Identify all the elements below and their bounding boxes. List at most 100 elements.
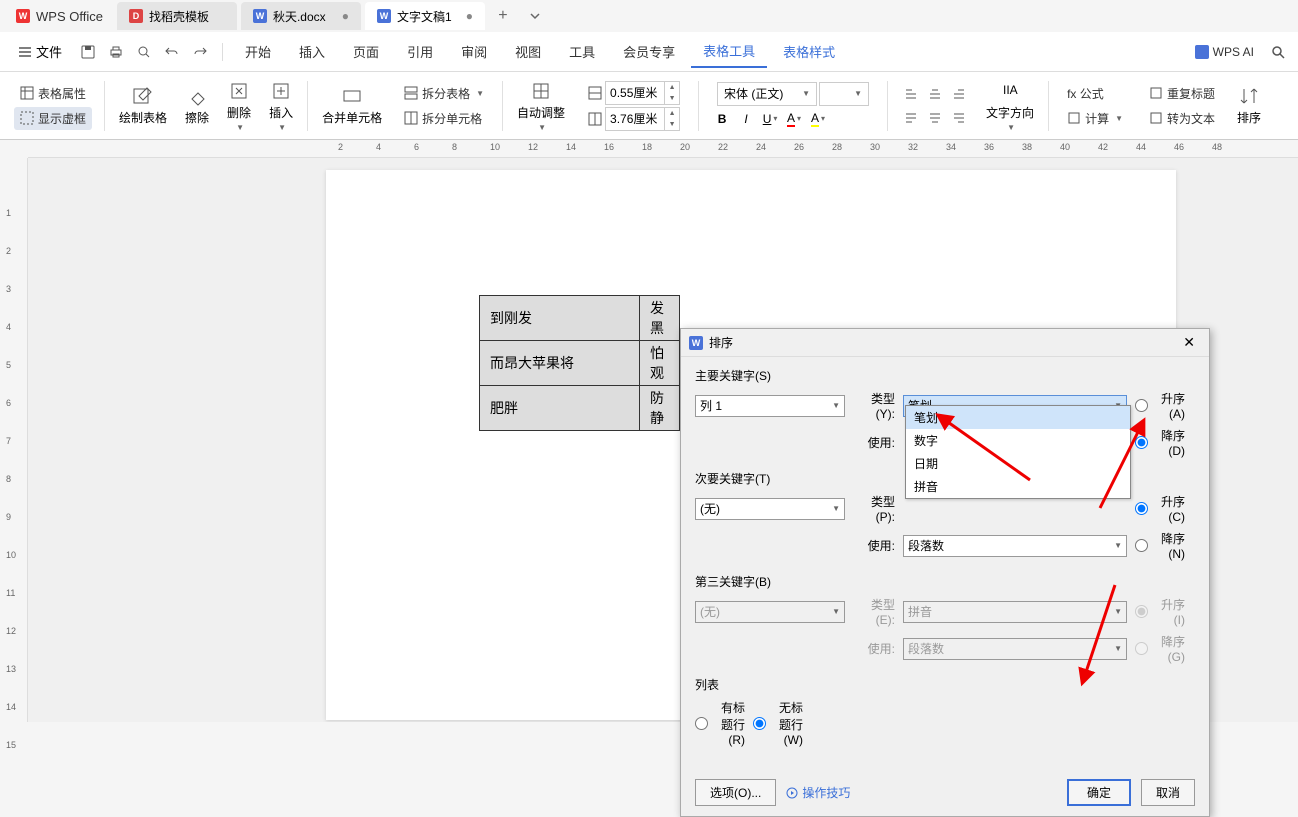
word-icon: W (689, 336, 703, 350)
text-direction-button[interactable]: IIA文字方向▼ (978, 76, 1042, 136)
tab-label: 文字文稿1 (397, 8, 452, 25)
col-width-input[interactable]: ▲▼ (605, 107, 680, 131)
print-icon[interactable] (104, 40, 128, 64)
dialog-titlebar: W 排序 ✕ (681, 329, 1209, 357)
spin-up[interactable]: ▲ (665, 82, 679, 93)
show-grid-button[interactable]: 显示虚框 (14, 107, 92, 130)
close-icon[interactable]: ✕ (1177, 332, 1201, 353)
preview-icon[interactable] (132, 40, 156, 64)
type-label: 类型(Y): (853, 390, 895, 421)
use-label: 使用: (853, 537, 895, 554)
new-tab-button[interactable]: + (489, 2, 517, 30)
menu-review[interactable]: 审阅 (449, 36, 499, 67)
tab-menu-button[interactable] (521, 2, 549, 30)
wps-ai-button[interactable]: WPS AI (1195, 45, 1254, 59)
has-header-radio[interactable]: 有标题行(R) (695, 699, 745, 747)
tab-template[interactable]: D 找稻壳模板 (117, 2, 237, 30)
calc-button[interactable]: 计算▼ (1061, 107, 1129, 130)
underline-button[interactable]: U▾ (759, 108, 781, 130)
use-label: 使用: (853, 434, 895, 451)
italic-button[interactable]: I (735, 108, 757, 130)
align-tl-button[interactable] (900, 83, 922, 105)
menubar: 文件 开始 插入 页面 引用 审阅 视图 工具 会员专享 表格工具 表格样式 W… (0, 32, 1298, 72)
separator (502, 81, 503, 131)
table-row: 而昂大苹果将怕观 (480, 341, 680, 386)
search-icon[interactable] (1266, 40, 1290, 64)
font-family-select[interactable]: 宋体 (正文)▼ (717, 82, 817, 106)
align-tc-button[interactable] (924, 83, 946, 105)
sort-button[interactable]: 排序 (1229, 81, 1269, 130)
erase-button[interactable]: 擦除 (177, 81, 217, 130)
menu-ref[interactable]: 引用 (395, 36, 445, 67)
ruler-vertical: 123456789101112131415 (0, 158, 28, 722)
cell[interactable]: 怕观 (640, 341, 680, 386)
spin-up[interactable]: ▲ (665, 108, 679, 119)
split-cell-button[interactable]: 拆分单元格 (398, 107, 490, 130)
ribbon: 表格属性 显示虚框 绘制表格 擦除 删除▼ 插入▼ 合并单元格 拆分表格▼ 拆分… (0, 72, 1298, 140)
third-key-select: (无)▼ (695, 601, 845, 623)
annotation-arrow (1075, 580, 1135, 693)
tab-doc1[interactable]: W 秋天.docx ● (241, 2, 361, 30)
insert-button[interactable]: 插入▼ (261, 76, 301, 136)
formula-button[interactable]: fx 公式 (1061, 82, 1129, 105)
separator (1048, 81, 1049, 131)
cell[interactable]: 到刚发 (480, 296, 640, 341)
align-bl-button[interactable] (900, 107, 922, 129)
document-table[interactable]: 到刚发发黑 而昂大苹果将怕观 肥胖防静 (479, 295, 680, 431)
spin-down[interactable]: ▼ (665, 93, 679, 104)
merge-cells-button[interactable]: 合并单元格 (314, 81, 390, 130)
type-label: 类型(P): (853, 493, 895, 524)
ai-icon (1195, 45, 1209, 59)
file-menu[interactable]: 文件 (8, 38, 72, 65)
table-props-button[interactable]: 表格属性 (14, 82, 92, 105)
modified-dot: ● (466, 9, 473, 23)
menu-start[interactable]: 开始 (233, 36, 283, 67)
to-text-button[interactable]: 转为文本 (1143, 107, 1221, 130)
split-table-button[interactable]: 拆分表格▼ (398, 82, 490, 105)
options-button[interactable]: 选项(O)... (695, 779, 776, 806)
cell[interactable]: 肥胖 (480, 386, 640, 431)
draw-table-button[interactable]: 绘制表格 (111, 81, 175, 130)
tab-doc2[interactable]: W 文字文稿1 ● (365, 2, 485, 30)
undo-icon[interactable] (160, 40, 184, 64)
align-tr-button[interactable] (948, 83, 970, 105)
tab-label: 找稻壳模板 (149, 8, 209, 25)
app-label: W WPS Office (6, 9, 113, 24)
cell[interactable]: 而昂大苹果将 (480, 341, 640, 386)
spin-down[interactable]: ▼ (665, 119, 679, 130)
autofit-button[interactable]: 自动调整▼ (509, 76, 573, 136)
menu-insert[interactable]: 插入 (287, 36, 337, 67)
delete-button[interactable]: 删除▼ (219, 76, 259, 136)
desc-radio[interactable]: 降序(N) (1135, 530, 1185, 561)
bold-button[interactable]: B (711, 108, 733, 130)
menu-tools[interactable]: 工具 (557, 36, 607, 67)
align-br-button[interactable] (948, 107, 970, 129)
menu-table-tools[interactable]: 表格工具 (691, 35, 767, 68)
primary-key-select[interactable]: 列 1▼ (695, 395, 845, 417)
asc-radio[interactable]: 升序(A) (1135, 390, 1185, 421)
menu-view[interactable]: 视图 (503, 36, 553, 67)
menu-member[interactable]: 会员专享 (611, 36, 687, 67)
cell[interactable]: 发黑 (640, 296, 680, 341)
secondary-key-select[interactable]: (无)▼ (695, 498, 845, 520)
cell[interactable]: 防静 (640, 386, 680, 431)
font-color-button[interactable]: A▾ (783, 108, 805, 130)
redo-icon[interactable] (188, 40, 212, 64)
asc-radio: 升序(I) (1135, 596, 1185, 627)
highlight-button[interactable]: A▾ (807, 108, 829, 130)
separator (698, 81, 699, 131)
repeat-header-button[interactable]: 重复标题 (1143, 82, 1221, 105)
word-icon: W (377, 9, 391, 23)
row-height-input[interactable]: ▲▼ (605, 81, 680, 105)
menu-table-style[interactable]: 表格样式 (771, 36, 847, 67)
align-bc-button[interactable] (924, 107, 946, 129)
type-label: 类型(E): (853, 596, 895, 627)
save-icon[interactable] (76, 40, 100, 64)
tips-link[interactable]: 操作技巧 (786, 784, 850, 801)
font-size-select[interactable]: ▼ (819, 82, 869, 106)
secondary-use-select[interactable]: 段落数▼ (903, 535, 1127, 557)
menu-page[interactable]: 页面 (341, 36, 391, 67)
cancel-button[interactable]: 取消 (1141, 779, 1195, 806)
ok-button[interactable]: 确定 (1067, 779, 1131, 806)
no-header-radio[interactable]: 无标题行(W) (753, 699, 803, 747)
